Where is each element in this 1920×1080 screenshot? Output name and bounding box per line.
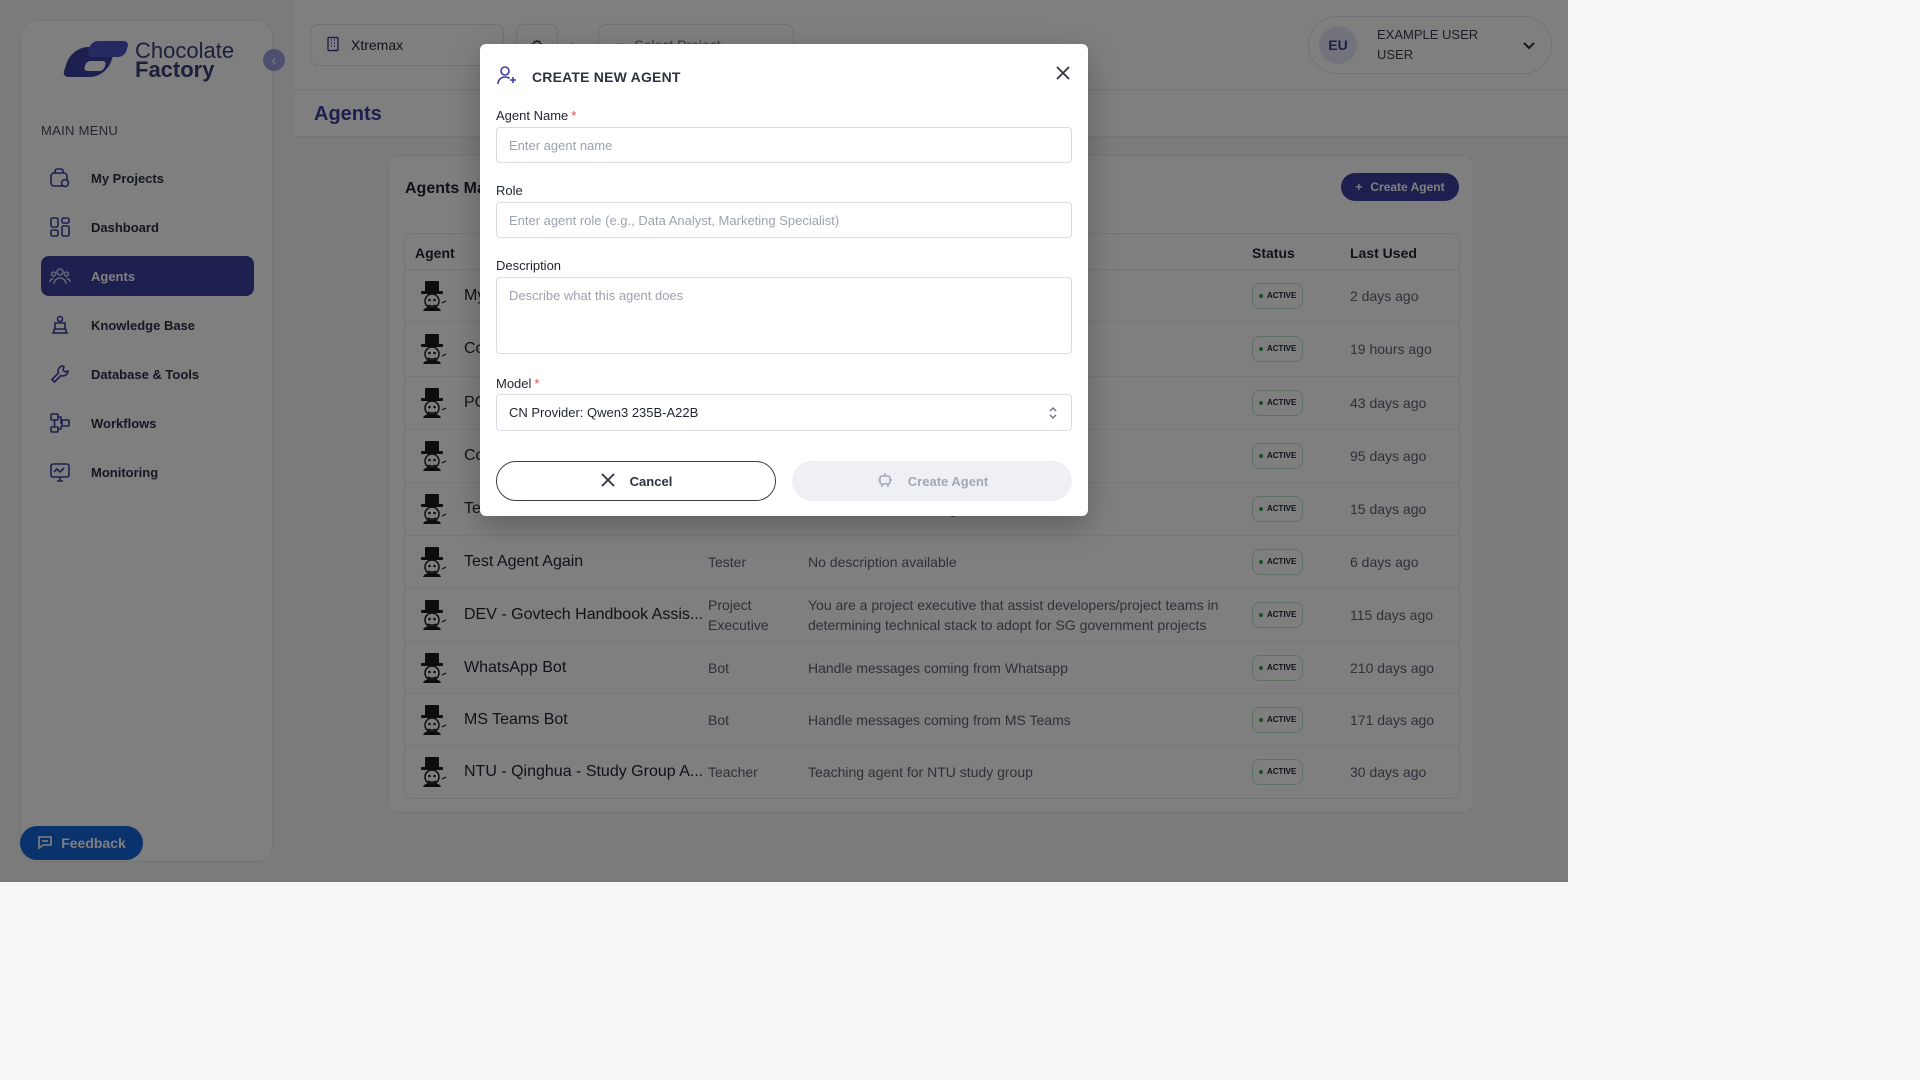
agent-name-label: Agent Name * — [496, 108, 577, 123]
select-arrows-icon — [1047, 406, 1059, 423]
add-user-icon — [496, 64, 518, 89]
create-agent-dialog: CREATE NEW AGENT Agent Name* Role Descri… — [480, 44, 1088, 516]
description-textarea[interactable] — [496, 277, 1072, 354]
dialog-header: CREATE NEW AGENT — [496, 64, 681, 89]
cancel-label: Cancel — [629, 473, 673, 489]
model-label: Model * — [496, 376, 540, 391]
close-icon — [1056, 66, 1070, 80]
create-agent-submit-label: Create Agent — [907, 473, 989, 489]
close-icon — [600, 472, 616, 491]
robot-icon — [876, 471, 894, 492]
required-marker: * — [571, 108, 577, 123]
create-agent-submit-button[interactable]: Create Agent — [792, 461, 1072, 501]
required-marker: * — [534, 376, 540, 391]
model-selected-value: CN Provider: Qwen3 235B-A22B — [509, 405, 699, 420]
agent-name-input[interactable] — [496, 127, 1072, 163]
description-label: Description — [496, 258, 562, 273]
close-button[interactable] — [1054, 64, 1072, 82]
role-label: Role — [496, 183, 523, 198]
model-select[interactable]: CN Provider: Qwen3 235B-A22B — [496, 394, 1072, 431]
dialog-title: CREATE NEW AGENT — [532, 68, 681, 85]
role-input[interactable] — [496, 202, 1072, 238]
cancel-button[interactable]: Cancel — [496, 461, 776, 501]
